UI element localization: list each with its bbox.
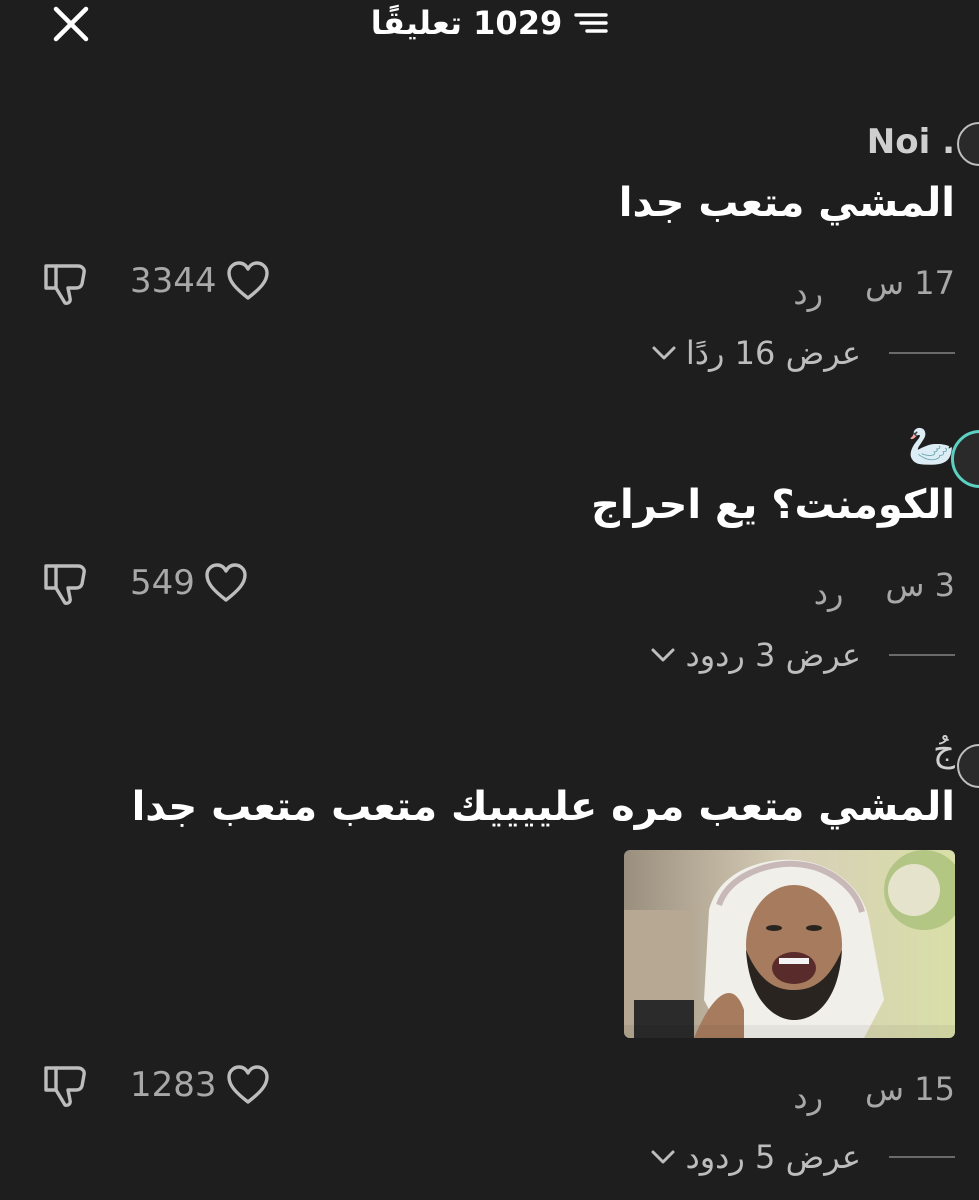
- heart-icon: [226, 1065, 269, 1104]
- comment-meta: 3 س رد: [814, 566, 955, 612]
- like-count: 549: [130, 563, 195, 603]
- heart-icon: [205, 563, 247, 602]
- like-button[interactable]: 549: [130, 562, 249, 604]
- comment-username[interactable]: 🦢: [908, 424, 955, 469]
- avatar[interactable]: [957, 744, 979, 788]
- comment-text: الكومنت؟ يع احراج: [591, 482, 955, 528]
- view-replies-label: عرض 16 ردًا: [685, 334, 861, 372]
- comment-username[interactable]: Noi .: [867, 122, 955, 162]
- chevron-down-icon: [651, 648, 675, 662]
- comment-time: 3 س: [885, 566, 955, 604]
- comment-time: 15 س: [865, 1070, 955, 1108]
- heart-icon: [226, 261, 269, 300]
- view-replies-button[interactable]: عرض 16 ردًا: [650, 334, 955, 372]
- avatar[interactable]: [951, 430, 979, 488]
- comment-image[interactable]: [624, 850, 955, 1038]
- like-count: 1283: [130, 1065, 217, 1105]
- like-count: 3344: [130, 261, 217, 301]
- comment-text: المشي متعب جدا: [618, 180, 955, 226]
- avatar[interactable]: [957, 122, 979, 166]
- dislike-icon[interactable]: [40, 260, 90, 308]
- reply-button[interactable]: رد: [793, 1078, 823, 1116]
- comments-count-title: 1029 تعليقًا: [370, 4, 563, 42]
- dislike-icon[interactable]: [40, 560, 90, 608]
- view-replies-button[interactable]: عرض 5 ردود: [649, 1138, 955, 1176]
- dislike-icon[interactable]: [40, 1062, 90, 1110]
- comment-username[interactable]: جُ: [933, 730, 955, 770]
- comment-meta: 15 س رد: [793, 1070, 955, 1116]
- replies-divider: [889, 654, 955, 656]
- comments-header: 1029 تعليقًا: [0, 0, 979, 50]
- view-replies-label: عرض 3 ردود: [685, 636, 861, 674]
- filter-icon[interactable]: [574, 10, 608, 36]
- comment-text: المشي متعب مره علييييك متعب متعب جدا: [131, 784, 955, 830]
- view-replies-button[interactable]: عرض 3 ردود: [649, 636, 955, 674]
- like-button[interactable]: 3344: [130, 260, 271, 302]
- view-replies-label: عرض 5 ردود: [685, 1138, 861, 1176]
- reply-button[interactable]: رد: [793, 274, 823, 312]
- replies-divider: [889, 352, 955, 354]
- comment-meta: 17 س رد: [793, 264, 955, 312]
- replies-divider: [889, 1156, 955, 1158]
- title-group: 1029 تعليقًا: [0, 0, 979, 46]
- chevron-down-icon: [652, 346, 676, 360]
- chevron-down-icon: [651, 1150, 675, 1164]
- comment-time: 17 س: [865, 264, 955, 302]
- reply-button[interactable]: رد: [814, 574, 844, 612]
- like-button[interactable]: 1283: [130, 1064, 271, 1106]
